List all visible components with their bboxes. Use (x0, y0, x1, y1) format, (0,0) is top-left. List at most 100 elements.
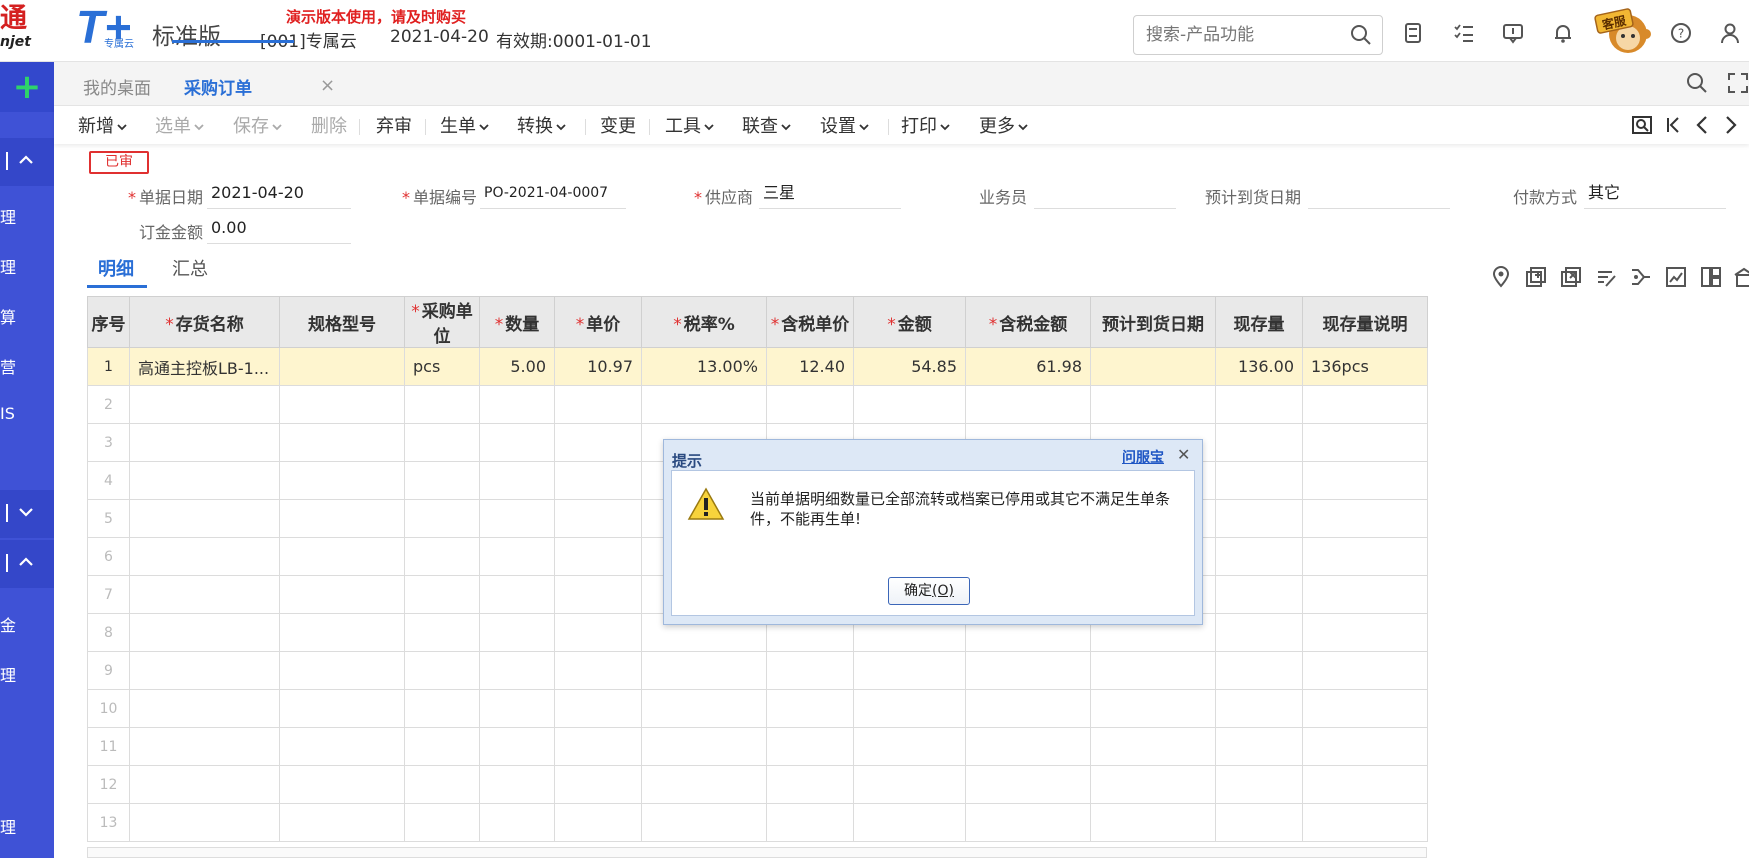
query-button[interactable]: 联查 (742, 112, 791, 138)
chevron-down-icon (194, 124, 204, 131)
demo-notice[interactable]: 演示版本使用，请及时购买 (286, 6, 466, 27)
sidebar-add-button[interactable]: + (0, 62, 54, 112)
sidebar-item[interactable]: 理 (0, 254, 54, 278)
cell-spec[interactable] (279, 347, 405, 386)
table-row[interactable]: 9 (87, 651, 1428, 690)
tab-detail[interactable]: 明细 (98, 255, 134, 281)
col-header-unit-price[interactable]: * 单价 (554, 296, 642, 348)
save-button[interactable]: 保存 (233, 112, 282, 138)
eta-field[interactable] (1308, 181, 1450, 209)
col-header-tax-amount[interactable]: * 含税金额 (965, 296, 1091, 348)
more-button[interactable]: 更多 (979, 112, 1028, 138)
col-header-stock-note[interactable]: 现存量说明 (1302, 296, 1428, 348)
change-button[interactable]: 变更 (600, 112, 636, 138)
settings-button[interactable]: 设置 (820, 112, 869, 138)
cell-eta[interactable] (1090, 347, 1216, 386)
customer-service-mascot[interactable]: 客服 (1594, 6, 1656, 56)
cell-unit[interactable]: pcs (404, 347, 480, 386)
delete-button[interactable]: 删除 (311, 112, 347, 138)
search-box[interactable] (1133, 15, 1383, 55)
task-list-icon[interactable] (1453, 22, 1475, 44)
trend-chart-icon[interactable] (1665, 266, 1687, 288)
sidebar-group-toggle[interactable] (0, 540, 54, 588)
tab-summary[interactable]: 汇总 (172, 255, 208, 281)
doc-date-field[interactable]: 2021-04-20 (207, 181, 351, 209)
sidebar-group-marker (6, 152, 8, 170)
close-icon[interactable]: ✕ (1177, 445, 1190, 464)
doc-no-field[interactable]: PO-2021-04-0007 (480, 181, 626, 209)
sidebar-item[interactable]: IS (0, 404, 54, 423)
cell-item-name[interactable]: 高通主控板LB-1... (129, 347, 280, 386)
select-source-button[interactable]: 选单 (155, 112, 204, 138)
table-row[interactable]: 10 (87, 689, 1428, 728)
col-header-tax-unit-price[interactable]: * 含税单价 (766, 296, 854, 348)
tools-button[interactable]: 工具 (665, 112, 714, 138)
search-icon[interactable] (1350, 24, 1372, 46)
deposit-amount-field[interactable]: 0.00 (207, 216, 351, 244)
sidebar-item[interactable]: 金 (0, 612, 54, 636)
sidebar-item[interactable]: 算 (0, 304, 54, 328)
sidebar-item[interactable]: 理 (0, 662, 54, 686)
help-icon[interactable]: ? (1670, 22, 1692, 44)
supplier-field[interactable]: 三星 (759, 181, 901, 209)
dialog-body: 当前单据明细数量已全部流转或档案已停用或其它不满足生单条件，不能再生单! 确定(… (671, 470, 1195, 616)
insert-row-icon[interactable] (1525, 266, 1547, 288)
delete-row-icon[interactable] (1560, 266, 1582, 288)
sidebar-item[interactable]: 理 (0, 204, 54, 228)
table-row[interactable]: 12 (87, 765, 1428, 804)
cell-quantity[interactable]: 5.00 (479, 347, 555, 386)
fullscreen-icon[interactable] (1727, 72, 1749, 94)
table-row[interactable]: 2 (87, 385, 1428, 424)
locate-record-icon[interactable] (1631, 114, 1653, 136)
salesman-field[interactable] (1034, 181, 1176, 209)
col-header-stock[interactable]: 现存量 (1215, 296, 1303, 348)
dialog-help-link[interactable]: 问服宝 (1122, 447, 1164, 467)
user-icon[interactable] (1719, 22, 1741, 44)
convert-button[interactable]: 转换 (517, 112, 566, 138)
tab-my-desktop[interactable]: 我的桌面 (83, 74, 151, 99)
col-header-eta[interactable]: 预计到货日期 (1090, 296, 1216, 348)
cell-tax-unit-price[interactable]: 12.40 (766, 347, 854, 386)
col-header-spec[interactable]: 规格型号 (279, 296, 405, 348)
cell-amount[interactable]: 54.85 (853, 347, 966, 386)
sidebar-group-toggle[interactable] (0, 138, 54, 186)
batch-edit-icon[interactable] (1595, 266, 1617, 288)
search-icon[interactable] (1686, 72, 1708, 94)
col-header-index[interactable]: 序号 (87, 296, 130, 348)
generate-button[interactable]: 生单 (440, 112, 489, 138)
table-row[interactable]: 11 (87, 727, 1428, 766)
split-icon[interactable] (1630, 266, 1652, 288)
col-header-tax-rate[interactable]: * 税率% (641, 296, 767, 348)
tab-close-icon[interactable]: × (320, 75, 335, 96)
table-row[interactable]: 1 高通主控板LB-1... pcs 5.00 10.97 13.00% 12.… (87, 347, 1428, 386)
col-header-amount[interactable]: * 金额 (853, 296, 966, 348)
sidebar-item[interactable]: 理 (0, 814, 54, 838)
new-button[interactable]: 新增 (78, 112, 127, 138)
tab-purchase-order[interactable]: 采购订单 (184, 74, 252, 99)
message-icon[interactable] (1502, 22, 1524, 44)
location-pin-icon[interactable] (1490, 266, 1512, 288)
ok-button[interactable]: 确定(O) (888, 577, 970, 605)
unapprove-button[interactable]: 弃审 (376, 112, 412, 138)
warehouse-icon[interactable] (1733, 266, 1749, 288)
search-input[interactable] (1146, 16, 1356, 54)
sidebar-item[interactable]: 营 (0, 354, 54, 378)
next-record-icon[interactable] (1720, 114, 1742, 136)
previous-record-icon[interactable] (1691, 114, 1713, 136)
col-header-unit[interactable]: * 采购单位 (404, 296, 480, 348)
chevron-down-icon (859, 124, 869, 131)
print-button[interactable]: 打印 (901, 112, 950, 138)
calculator-icon[interactable] (1402, 22, 1424, 44)
cell-unit-price[interactable]: 10.97 (554, 347, 642, 386)
first-record-icon[interactable] (1663, 114, 1685, 136)
supplier-label-text: 供应商 (705, 188, 754, 207)
cell-tax-amount[interactable]: 61.98 (965, 347, 1091, 386)
bell-icon[interactable] (1552, 22, 1574, 44)
cell-tax-rate[interactable]: 13.00% (641, 347, 767, 386)
column-layout-icon[interactable] (1700, 266, 1722, 288)
payment-method-field[interactable]: 其它 (1584, 181, 1726, 209)
col-header-item-name[interactable]: * 存货名称 (129, 296, 280, 348)
sidebar-group-toggle[interactable] (0, 490, 54, 538)
col-header-quantity[interactable]: * 数量 (479, 296, 555, 348)
table-row[interactable]: 13 (87, 803, 1428, 842)
